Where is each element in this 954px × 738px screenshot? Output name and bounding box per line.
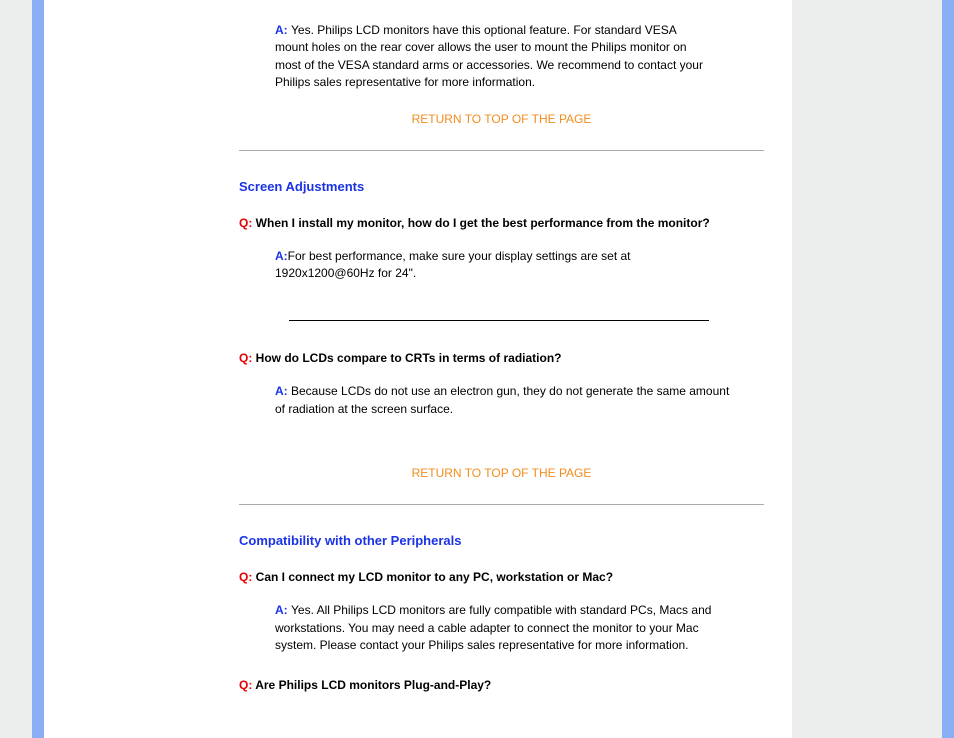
return-top-link-1[interactable]: RETURN TO TOP OF THE PAGE [239,112,764,126]
faq-content: A: Yes. Philips LCD monitors have this o… [239,0,792,738]
page: A: Yes. Philips LCD monitors have this o… [0,0,954,738]
answer-best-performance: A:For best performance, make sure your d… [239,248,694,283]
answer-radiation: A: Because LCDs do not use an electron g… [239,383,739,418]
section-divider-2 [239,504,764,505]
section-divider-1 [239,150,764,151]
q-text: Are Philips LCD monitors Plug-and-Play? [255,678,491,692]
answer-text: Yes. All Philips LCD monitors are fully … [275,603,711,652]
answer-text: Yes. Philips LCD monitors have this opti… [275,23,703,89]
section-heading-screen-adjustments: Screen Adjustments [239,179,772,194]
answer-prefix: A: [275,384,291,398]
q-prefix: Q: [239,570,256,584]
q-prefix: Q: [239,216,256,230]
right-blue-stripe [942,0,954,738]
answer-prefix: A: [275,23,291,37]
q-prefix: Q: [239,351,256,365]
answer-text: Because LCDs do not use an electron gun,… [275,384,729,415]
left-gutter [0,0,32,738]
q-text: When I install my monitor, how do I get … [256,216,710,230]
q-prefix: Q: [239,678,255,692]
question-plug-and-play: Q: Are Philips LCD monitors Plug-and-Pla… [239,678,772,692]
right-gutter [792,0,942,738]
answer-connect-any-pc: A: Yes. All Philips LCD monitors are ful… [239,602,729,654]
left-blue-stripe [32,0,44,738]
section-heading-compatibility: Compatibility with other Peripherals [239,533,772,548]
left-margin [44,0,239,738]
answer-prefix: A: [275,603,291,617]
inner-divider-1 [289,320,709,321]
answer-text: For best performance, make sure your dis… [275,249,631,280]
q-text: Can I connect my LCD monitor to any PC, … [256,570,613,584]
q-text: How do LCDs compare to CRTs in terms of … [256,351,562,365]
answer-vesa: A: Yes. Philips LCD monitors have this o… [239,22,709,92]
question-radiation: Q: How do LCDs compare to CRTs in terms … [239,351,772,365]
return-top-link-2[interactable]: RETURN TO TOP OF THE PAGE [239,466,764,480]
answer-prefix: A: [275,249,288,263]
question-connect-any-pc: Q: Can I connect my LCD monitor to any P… [239,570,772,584]
question-best-performance: Q: When I install my monitor, how do I g… [239,216,772,230]
